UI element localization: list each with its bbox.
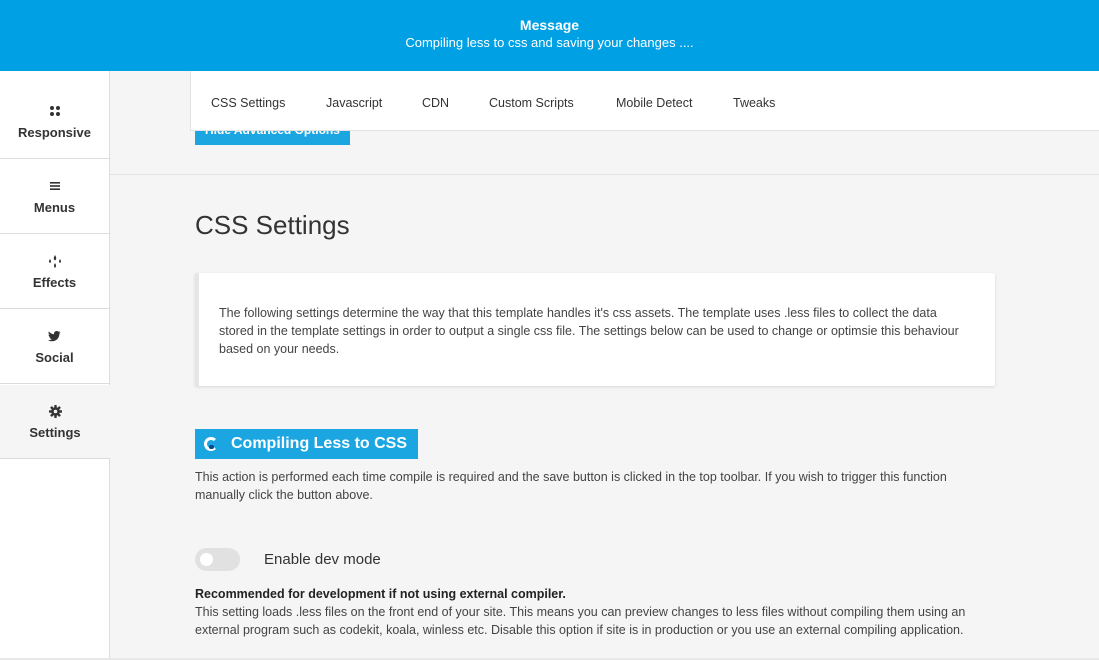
notification-message: Compiling less to css and saving your ch…: [405, 35, 694, 50]
spinner-icon: [204, 437, 218, 451]
compile-description: This action is performed each time compi…: [195, 470, 947, 502]
notification-title: Message: [519, 17, 580, 33]
sidebar-item-label: Menus: [33, 200, 76, 215]
sidebar-item-responsive[interactable]: Responsive: [0, 85, 109, 159]
info-panel: The following settings determine the way…: [195, 273, 995, 386]
drops-icon: [0, 255, 109, 269]
sidebar: Responsive Menus Effects Social Settings: [0, 0, 110, 660]
compile-button-label: Compiling Less to CSS: [231, 435, 408, 452]
recommendation-text: This setting loads .less files on the fr…: [195, 605, 966, 637]
sidebar-item-effects[interactable]: Effects: [0, 235, 109, 309]
dev-mode-label: Enable dev mode: [264, 551, 381, 568]
toggle-knob: [200, 553, 213, 566]
tab-mobile-detect[interactable]: Mobile Detect: [616, 96, 692, 110]
sidebar-item-settings[interactable]: Settings: [0, 385, 110, 459]
notification-banner[interactable]: Message Compiling less to css and saving…: [0, 0, 1099, 71]
divider: [110, 174, 1099, 175]
sidebar-item-label: Responsive: [18, 125, 91, 140]
twitter-icon: [0, 330, 109, 344]
tab-javascript[interactable]: Javascript: [326, 96, 382, 110]
section-title: CSS Settings: [195, 210, 350, 240]
sidebar-item-menus[interactable]: Menus: [0, 160, 109, 234]
tab-bar: CSS Settings Javascript CDN Custom Scrip…: [190, 71, 1099, 131]
sidebar-item-label: Settings: [29, 425, 81, 440]
grid-icon: [0, 105, 109, 119]
tab-cdn[interactable]: CDN: [422, 96, 449, 110]
tab-css-settings[interactable]: CSS Settings: [211, 96, 285, 110]
info-text: The following settings determine the way…: [219, 306, 959, 356]
recommendation-title: Recommended for development if not using…: [195, 587, 566, 601]
sidebar-item-label: Effects: [32, 275, 77, 290]
gear-icon: [0, 405, 110, 419]
sidebar-item-label: Social: [35, 350, 74, 365]
menu-icon: [0, 180, 109, 194]
tab-tweaks[interactable]: Tweaks: [733, 96, 775, 110]
tab-custom-scripts[interactable]: Custom Scripts: [489, 96, 574, 110]
sidebar-item-social[interactable]: Social: [0, 310, 109, 384]
compile-less-button[interactable]: Compiling Less to CSS: [195, 429, 418, 459]
dev-mode-toggle[interactable]: [195, 548, 240, 571]
